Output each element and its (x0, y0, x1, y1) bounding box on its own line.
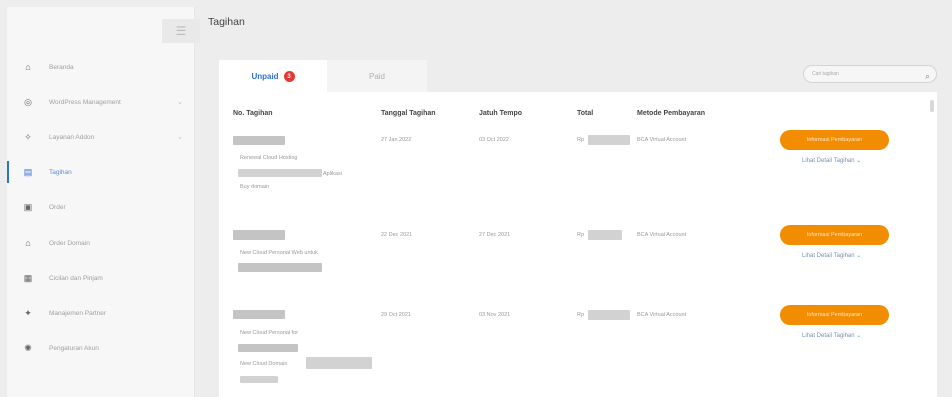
payment-info-button[interactable]: Informasi Pembayaran (780, 225, 889, 245)
sidebar-item-addon[interactable]: ✧ Layanan Addon ⌄ (7, 122, 195, 152)
sidebar-item-label: Manajemen Partner (49, 309, 107, 317)
invoice-number-redacted (233, 136, 285, 145)
payment-info-button[interactable]: Informasi Pembayaran (780, 130, 889, 150)
currency-prefix: Rp (577, 312, 585, 318)
redacted-text (238, 344, 298, 352)
gear-icon: ✺ (24, 342, 32, 353)
sidebar-item-label: Order Domain (49, 239, 90, 247)
sidebar-item-label: Tagihan (49, 168, 72, 176)
invoice-detail-link[interactable]: Lihat Detail Tagihan ⌄ (802, 157, 861, 164)
invoice-description: New Cloud Domain (240, 361, 288, 367)
domain-icon: ⌂ (25, 238, 31, 248)
page-title: Tagihan (208, 16, 245, 28)
sidebar-item-order-domain[interactable]: ⌂ Order Domain (7, 228, 195, 258)
invoice-number-redacted (233, 230, 285, 240)
total-amount-redacted (588, 230, 622, 240)
invoice-detail-link[interactable]: Lihat Detail Tagihan ⌄ (802, 332, 861, 339)
sidebar-item-label: Beranda (49, 63, 74, 71)
sidebar-item-label: WordPress Management (49, 98, 121, 106)
tab-unpaid[interactable]: Unpaid 3 (219, 60, 327, 93)
sidebar-item-tagihan[interactable]: ▤ Tagihan (7, 157, 195, 187)
wallet-icon: ▦ (23, 272, 33, 283)
hamburger-icon: ☰ (175, 24, 187, 38)
sidebar-item-label: Order (49, 203, 66, 211)
total-amount-redacted (588, 135, 630, 145)
currency-prefix: Rp (577, 137, 585, 143)
scrollbar[interactable] (930, 100, 934, 112)
sidebar-item-wordpress[interactable]: ◎ WordPress Management ⌄ (7, 87, 195, 117)
search-input[interactable]: Cari tagihan ⌕ (803, 65, 937, 83)
invoice-detail-link[interactable]: Lihat Detail Tagihan ⌄ (802, 252, 861, 259)
invoice-description: New Cloud Personal Web untuk (240, 250, 318, 256)
total-amount-redacted (588, 310, 630, 320)
invoice-due-date: 03 Oct 2022 (479, 137, 509, 143)
partner-icon: ✦ (24, 307, 32, 318)
column-header-due: Jatuh Tempo (479, 110, 523, 117)
tab-paid-label: Paid (368, 72, 385, 81)
search-placeholder: Cari tagihan (812, 71, 839, 77)
sidebar-item-beranda[interactable]: ⌂ Beranda (7, 52, 195, 82)
invoice-description: Aplikasi (323, 171, 342, 177)
chevron-down-icon: ⌄ (177, 134, 183, 141)
sidebar-item-order[interactable]: ▣ Order (7, 192, 195, 222)
sidebar-item-cicilan[interactable]: ▦ Cicilan dan Pinjam (7, 263, 195, 293)
payment-method: BCA Virtual Account (637, 137, 687, 143)
invoice-date: 22 Dec 2021 (381, 232, 413, 238)
payment-method: BCA Virtual Account (637, 232, 687, 238)
payment-method: BCA Virtual Account (637, 312, 687, 318)
column-header-method: Metode Pembayaran (637, 110, 706, 117)
invoice-description: New Cloud Personal for (240, 330, 299, 336)
redacted-text (238, 263, 322, 272)
invoice-due-date: 27 Dec 2021 (479, 232, 511, 238)
sidebar-item-pengaturan[interactable]: ✺ Pengaturan Akun (7, 333, 195, 363)
payment-info-button[interactable]: Informasi Pembayaran (780, 305, 889, 325)
invoice-date: 27 Jan 2022 (381, 137, 412, 143)
sidebar-item-label: Cicilan dan Pinjam (49, 274, 103, 282)
addon-icon: ✧ (24, 131, 32, 142)
search-icon[interactable]: ⌕ (925, 68, 930, 84)
column-header-date: Tanggal Tagihan (381, 110, 436, 117)
sidebar-item-partner[interactable]: ✦ Manajemen Partner (7, 298, 195, 328)
redacted-text (240, 376, 278, 383)
invoice-description: Renewal Cloud Hosting (240, 155, 298, 161)
invoice-due-date: 03 Nov 2021 (479, 312, 511, 318)
invoice-date: 29 Oct 2021 (381, 312, 411, 318)
menu-toggle-button[interactable]: ☰ (162, 19, 200, 43)
home-icon: ⌂ (25, 62, 31, 72)
column-header-total: Total (577, 110, 594, 117)
chevron-down-icon: ⌄ (177, 99, 183, 106)
unpaid-count-badge: 3 (283, 71, 295, 82)
sidebar: ☰ ⌂ Beranda ◎ WordPress Management ⌄ ✧ L… (7, 7, 200, 397)
column-header-no: No. Tagihan (233, 110, 273, 117)
sidebar-item-label: Layanan Addon (49, 133, 95, 141)
currency-prefix: Rp (577, 232, 585, 238)
briefcase-icon: ▣ (23, 201, 33, 212)
invoice-number-redacted (233, 310, 285, 319)
redacted-text (238, 169, 322, 177)
invoice-icon: ▤ (23, 166, 33, 177)
tab-unpaid-label: Unpaid (251, 72, 279, 81)
wordpress-icon: ◎ (24, 96, 32, 107)
redacted-text (306, 357, 372, 369)
invoice-description: Buy domain (240, 184, 270, 190)
tab-paid[interactable]: Paid (327, 60, 427, 93)
sidebar-item-label: Pengaturan Akun (49, 344, 99, 352)
